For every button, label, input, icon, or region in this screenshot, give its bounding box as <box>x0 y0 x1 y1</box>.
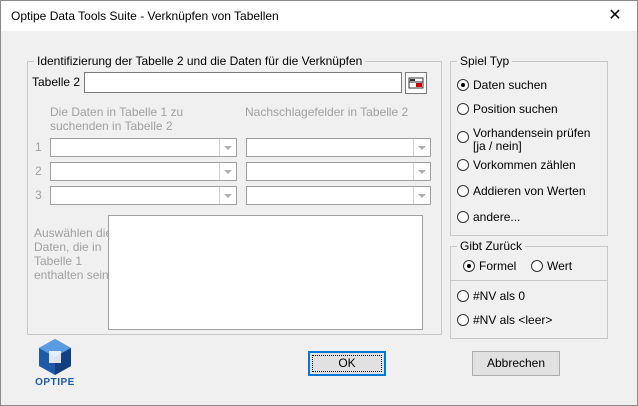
radio-icon <box>457 103 469 115</box>
chevron-down-icon[interactable] <box>219 187 236 204</box>
chevron-down-icon[interactable] <box>413 187 430 204</box>
radio-icon <box>531 260 543 272</box>
close-icon[interactable]: ✕ <box>593 1 637 31</box>
gibt-zurueck-frame: Gibt Zurück Formel Wert #NV als 0 #NV al… <box>450 239 608 339</box>
radio-selected-icon <box>463 260 475 272</box>
select-label-line: Auswählen die <box>34 226 113 240</box>
row-number: 3 <box>35 188 42 202</box>
select-label-line: Daten, die in <box>34 240 102 254</box>
select-label-line: Tabelle 1 <box>34 254 83 268</box>
row1-data-combo[interactable] <box>50 138 237 157</box>
radio-icon <box>457 290 469 302</box>
row-number: 2 <box>35 164 42 178</box>
dialog-body: Identifizierung der Tabelle 2 und die Da… <box>1 31 637 405</box>
radio-icon <box>457 211 469 223</box>
radio-icon <box>457 131 469 143</box>
tabelle2-input[interactable] <box>84 72 402 93</box>
chevron-down-icon[interactable] <box>413 139 430 156</box>
ident-legend: Identifizierung der Tabelle 2 und die Da… <box>34 54 366 68</box>
range-select-icon <box>408 77 424 89</box>
chevron-down-icon[interactable] <box>219 163 236 180</box>
title-bar: Optipe Data Tools Suite - Verknüpfen von… <box>1 1 637 31</box>
row3-lookup-combo[interactable] <box>246 186 431 205</box>
tabelle2-label: Tabelle 2 <box>32 75 81 89</box>
radio-icon <box>457 185 469 197</box>
window-title: Optipe Data Tools Suite - Verknüpfen von… <box>11 9 279 23</box>
row2-data-combo[interactable] <box>50 162 237 181</box>
divider <box>451 280 607 281</box>
col2-header: Nachschlagefelder in Tabelle 2 <box>245 105 409 119</box>
gibt-zurueck-legend: Gibt Zurück <box>457 239 526 253</box>
dialog-window: Optipe Data Tools Suite - Verknüpfen von… <box>0 0 638 406</box>
optipe-logo-icon <box>39 339 71 375</box>
chevron-down-icon[interactable] <box>219 139 236 156</box>
radio-selected-icon <box>457 79 469 91</box>
logo-text: OPTIPE <box>35 377 75 388</box>
spiel-typ-legend: Spiel Typ <box>457 54 513 68</box>
chevron-down-icon[interactable] <box>413 163 430 180</box>
radio-icon <box>457 159 469 171</box>
cancel-button[interactable]: Abbrechen <box>472 351 560 376</box>
row-number: 1 <box>35 140 42 154</box>
select-label-line: enthalten sein <box>34 268 109 282</box>
row1-lookup-combo[interactable] <box>246 138 431 157</box>
optipe-logo: OPTIPE <box>33 337 77 395</box>
radio-icon <box>457 314 469 326</box>
ok-button[interactable]: OK <box>308 351 386 376</box>
row3-data-combo[interactable] <box>50 186 237 205</box>
col1-header-line1: Die Daten in Tabelle 1 zu <box>50 105 184 119</box>
col1-header-line2: suchenden in Tabelle 2 <box>50 119 173 133</box>
spiel-typ-frame: Spiel Typ Daten suchen Position suchen V… <box>450 54 608 236</box>
data-selection-listbox[interactable] <box>108 215 423 330</box>
range-picker-button[interactable] <box>405 72 427 94</box>
ident-frame: Identifizierung der Tabelle 2 und die Da… <box>27 54 442 335</box>
row2-lookup-combo[interactable] <box>246 162 431 181</box>
focus-rect <box>312 355 382 372</box>
